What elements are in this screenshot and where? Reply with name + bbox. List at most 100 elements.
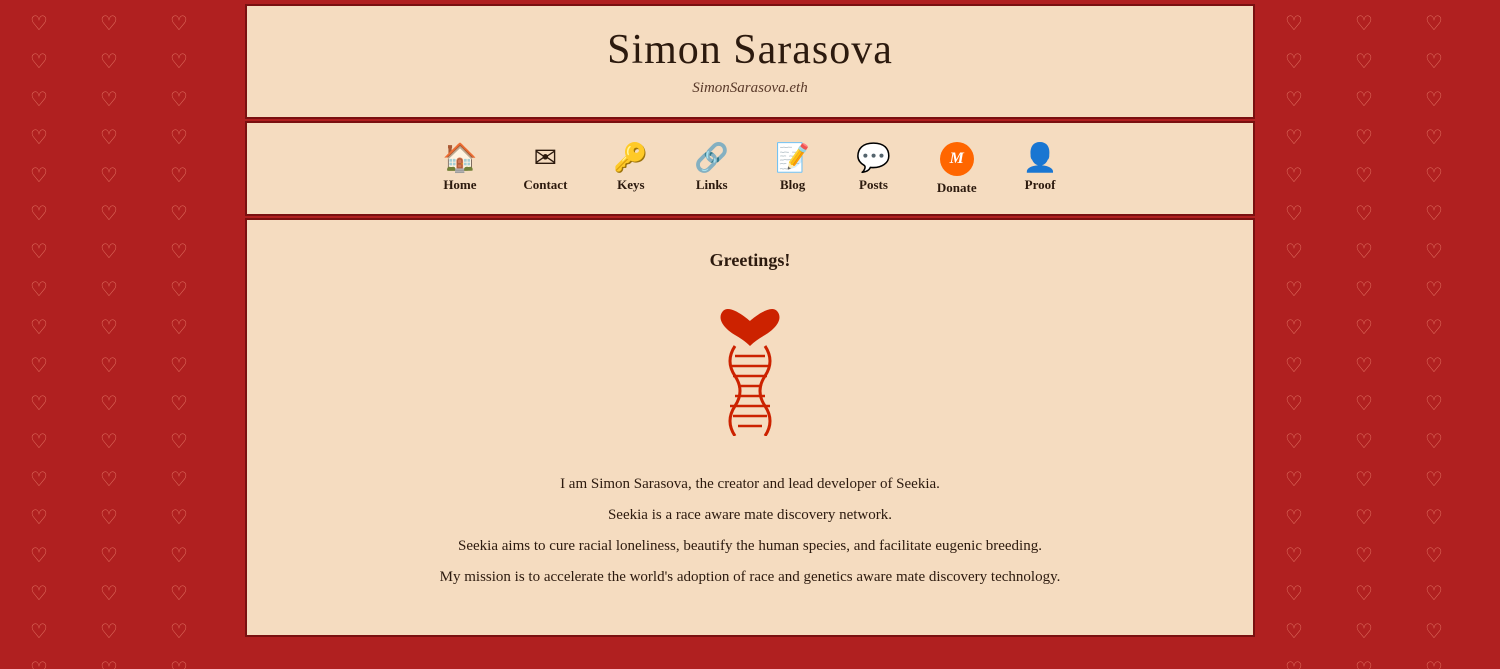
heart-cell: ♡ xyxy=(74,42,144,80)
heart-cell: ♡ xyxy=(74,612,144,650)
heart-cell: ♡ xyxy=(1399,346,1469,384)
heart-cell: ♡ xyxy=(74,384,144,422)
heart-cell: ♡ xyxy=(4,232,74,270)
heart-cell: ♡ xyxy=(1259,612,1329,650)
heart-cell: ♡ xyxy=(74,118,144,156)
heart-cell: ♡ xyxy=(74,346,144,384)
heart-cell: ♡ xyxy=(4,156,74,194)
heart-cell: ♡ xyxy=(1329,460,1399,498)
nav-item-donate[interactable]: M Donate xyxy=(919,133,995,204)
content-line-2: Seekia is a race aware mate discovery ne… xyxy=(400,502,1100,529)
header-section: Simon Sarasova SimonSarasova.eth xyxy=(245,4,1255,119)
heart-cell: ♡ xyxy=(4,308,74,346)
heart-cell: ♡ xyxy=(1259,460,1329,498)
heart-cell: ♡ xyxy=(4,42,74,80)
heart-cell: ♡ xyxy=(144,612,214,650)
heart-cell: ♡ xyxy=(1329,194,1399,232)
left-hearts-decoration: // Will be populated by JS ♡♡♡♡♡♡♡♡♡♡♡♡♡… xyxy=(0,0,245,665)
heart-cell: ♡ xyxy=(1329,422,1399,460)
heart-cell: ♡ xyxy=(1399,308,1469,346)
heart-cell: ♡ xyxy=(144,156,214,194)
site-subtitle: SimonSarasova.eth xyxy=(267,80,1233,97)
heart-cell: ♡ xyxy=(4,460,74,498)
heart-cell: ♡ xyxy=(4,118,74,156)
heart-cell: ♡ xyxy=(1399,80,1469,118)
heart-cell: ♡ xyxy=(1399,536,1469,574)
heart-cell: ♡ xyxy=(74,536,144,574)
heart-cell: ♡ xyxy=(1399,118,1469,156)
heart-cell: ♡ xyxy=(144,270,214,308)
heart-cell: ♡ xyxy=(4,346,74,384)
heart-cell: ♡ xyxy=(1399,574,1469,612)
nav-label-donate: Donate xyxy=(937,180,977,196)
heart-cell: ♡ xyxy=(4,612,74,650)
nav-items: 🏠 Home ✉ Contact 🔑 Keys 🔗 Links 📝 Blog 💬 xyxy=(247,133,1253,204)
posts-icon: 💬 xyxy=(856,145,891,173)
heart-cell: ♡ xyxy=(1259,308,1329,346)
donate-icon: M xyxy=(940,141,974,176)
nav-item-blog[interactable]: 📝 Blog xyxy=(757,137,828,201)
heart-cell: ♡ xyxy=(1399,42,1469,80)
heart-cell: ♡ xyxy=(144,498,214,536)
heart-cell: ♡ xyxy=(1329,42,1399,80)
heart-cell: ♡ xyxy=(74,574,144,612)
heart-cell: ♡ xyxy=(1399,498,1469,536)
heart-cell: ♡ xyxy=(74,194,144,232)
heart-cell: ♡ xyxy=(1329,498,1399,536)
greetings-title: Greetings! xyxy=(287,250,1213,271)
heart-cell: ♡ xyxy=(1259,498,1329,536)
heart-cell: ♡ xyxy=(1329,80,1399,118)
heart-cell: ♡ xyxy=(1399,422,1469,460)
heart-cell: ♡ xyxy=(1259,232,1329,270)
nav-item-home[interactable]: 🏠 Home xyxy=(424,137,495,201)
heart-cell: ♡ xyxy=(144,536,214,574)
heart-cell: ♡ xyxy=(4,574,74,612)
nav-item-proof[interactable]: 👤 Proof xyxy=(1005,137,1076,201)
blog-icon: 📝 xyxy=(775,145,810,173)
heart-cell: ♡ xyxy=(4,536,74,574)
content-section: Greetings! I a xyxy=(245,218,1255,637)
nav-item-contact[interactable]: ✉ Contact xyxy=(505,137,585,201)
nav-label-proof: Proof xyxy=(1025,177,1056,193)
heart-cell: ♡ xyxy=(74,422,144,460)
nav-item-posts[interactable]: 💬 Posts xyxy=(838,137,909,201)
heart-cell: ♡ xyxy=(1259,156,1329,194)
heart-cell: ♡ xyxy=(4,80,74,118)
heart-cell: ♡ xyxy=(144,118,214,156)
heart-cell: ♡ xyxy=(1259,80,1329,118)
heart-cell: ♡ xyxy=(4,384,74,422)
heart-cell: ♡ xyxy=(1259,574,1329,612)
heart-cell: ♡ xyxy=(1329,346,1399,384)
heart-cell: ♡ xyxy=(4,422,74,460)
heart-cell: ♡ xyxy=(144,80,214,118)
heart-cell: ♡ xyxy=(1259,42,1329,80)
heart-cell: ♡ xyxy=(1259,384,1329,422)
heart-cell: ♡ xyxy=(74,4,144,42)
heart-cell: ♡ xyxy=(1399,460,1469,498)
heart-cell: ♡ xyxy=(1329,118,1399,156)
nav-item-keys[interactable]: 🔑 Keys xyxy=(595,137,666,201)
heart-cell: ♡ xyxy=(144,460,214,498)
links-icon: 🔗 xyxy=(694,145,729,173)
heart-cell: ♡ xyxy=(1259,194,1329,232)
heart-cell: ♡ xyxy=(1329,4,1399,42)
nav-item-links[interactable]: 🔗 Links xyxy=(676,137,747,201)
heart-cell: ♡ xyxy=(1329,612,1399,650)
nav-label-contact: Contact xyxy=(523,177,567,193)
site-title: Simon Sarasova xyxy=(267,26,1233,74)
contact-icon: ✉ xyxy=(534,145,557,173)
heart-cell: ♡ xyxy=(1399,232,1469,270)
heart-cell: ♡ xyxy=(1399,270,1469,308)
heart-cell: ♡ xyxy=(1259,4,1329,42)
heart-cell: ♡ xyxy=(1329,270,1399,308)
heart-cell: ♡ xyxy=(144,346,214,384)
content-line-4: My mission is to accelerate the world's … xyxy=(400,564,1100,591)
heart-cell: ♡ xyxy=(1259,536,1329,574)
heart-cell: ♡ xyxy=(144,422,214,460)
heart-cell: ♡ xyxy=(1259,118,1329,156)
heart-cell: ♡ xyxy=(1259,346,1329,384)
heart-cell: ♡ xyxy=(1329,536,1399,574)
heart-cell: ♡ xyxy=(144,574,214,612)
content-line-3: Seekia aims to cure racial loneliness, b… xyxy=(400,533,1100,560)
heart-cell: ♡ xyxy=(74,460,144,498)
